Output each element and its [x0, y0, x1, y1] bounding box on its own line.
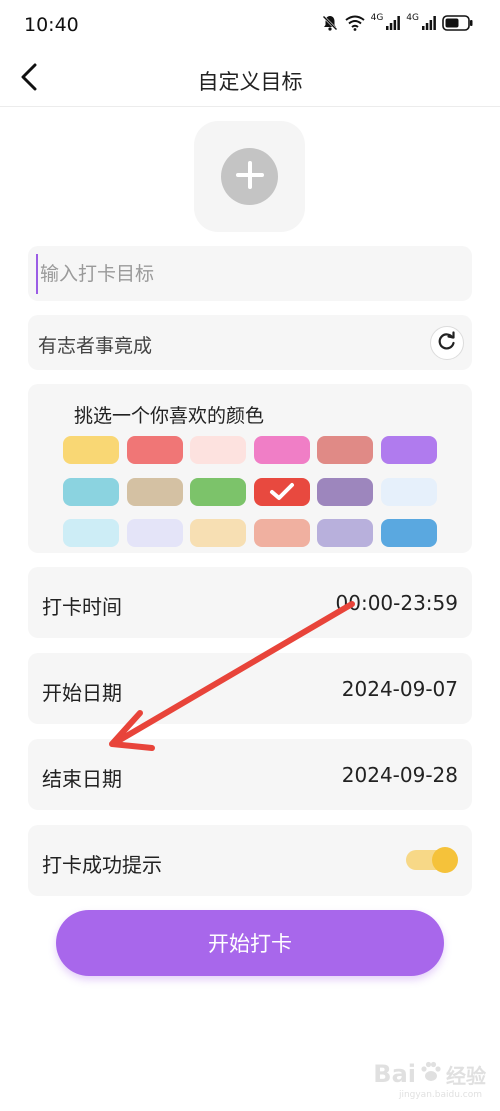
color-swatch[interactable] — [190, 436, 247, 464]
start-checkin-button[interactable]: 开始打卡 — [56, 910, 444, 976]
color-swatch[interactable] — [253, 436, 310, 464]
color-swatch[interactable] — [253, 519, 310, 547]
success-notify-toggle[interactable] — [406, 847, 458, 873]
end-date-row[interactable]: 结束日期 2024-09-28 — [28, 739, 472, 810]
page-title: 自定义目标 — [197, 70, 303, 94]
color-picker-card: 挑选一个你喜欢的颜色 — [28, 384, 472, 553]
goal-input[interactable] — [36, 254, 456, 294]
status-time: 10:40 — [24, 14, 79, 36]
paw-icon — [418, 1059, 444, 1089]
signal-icon — [386, 16, 401, 30]
color-swatch[interactable] — [381, 436, 437, 464]
color-swatch[interactable] — [63, 519, 119, 547]
checkin-time-row[interactable]: 打卡时间 00:00-23:59 — [28, 567, 472, 638]
watermark-text: 经验 — [446, 1063, 486, 1088]
network-label-1: 4G — [370, 12, 384, 23]
color-swatch[interactable] — [317, 477, 374, 506]
baidu-jingyan-watermark: Bai 经验 jingyan.baidu.com — [373, 1052, 486, 1100]
color-swatch[interactable] — [253, 477, 310, 506]
color-swatch[interactable] — [317, 436, 374, 464]
start-date-label: 开始日期 — [42, 681, 122, 705]
signal-icon — [422, 16, 436, 30]
add-icon-button[interactable] — [194, 121, 305, 232]
success-notify-label: 打卡成功提示 — [42, 853, 162, 877]
color-swatch[interactable] — [381, 477, 437, 506]
color-swatch[interactable] — [63, 477, 119, 506]
goal-input-card — [28, 246, 472, 301]
battery-icon — [442, 15, 474, 31]
watermark-sub: jingyan.baidu.com — [398, 1090, 482, 1100]
end-date-value: 2024-09-28 — [341, 763, 458, 787]
wifi-icon — [344, 15, 365, 31]
start-date-value: 2024-09-07 — [341, 677, 458, 701]
end-date-label: 结束日期 — [42, 767, 122, 791]
color-swatch[interactable] — [126, 477, 183, 506]
checkin-time-label: 打卡时间 — [42, 595, 122, 619]
color-swatch[interactable] — [126, 436, 183, 464]
mute-bell-icon — [321, 14, 339, 32]
checkmark-icon — [254, 478, 310, 506]
start-date-row[interactable]: 开始日期 2024-09-07 — [28, 653, 472, 724]
color-swatch[interactable] — [190, 477, 247, 506]
motto-text: 有志者事竟成 — [38, 335, 153, 357]
color-swatch[interactable] — [126, 519, 183, 547]
color-swatch[interactable] — [190, 519, 247, 547]
plus-circle — [221, 148, 278, 205]
toggle-knob — [432, 847, 458, 873]
color-picker-title: 挑选一个你喜欢的颜色 — [74, 405, 265, 427]
plus-icon — [235, 160, 265, 194]
status-bar: 10:40 4G 4G — [0, 0, 500, 52]
status-icons: 4G 4G — [321, 12, 474, 32]
color-swatch[interactable] — [381, 519, 437, 547]
color-swatch[interactable] — [63, 436, 119, 464]
network-label-2: 4G — [406, 12, 419, 23]
watermark-brand: Bai — [373, 1060, 416, 1088]
checkin-time-value: 00:00-23:59 — [335, 591, 459, 615]
motto-card: 有志者事竟成 — [28, 315, 472, 370]
refresh-motto-button[interactable] — [430, 326, 464, 360]
nav-bar: 自定义目标 — [0, 52, 500, 107]
success-notify-row: 打卡成功提示 — [28, 825, 472, 896]
refresh-icon — [437, 331, 457, 355]
color-swatch[interactable] — [317, 519, 374, 547]
